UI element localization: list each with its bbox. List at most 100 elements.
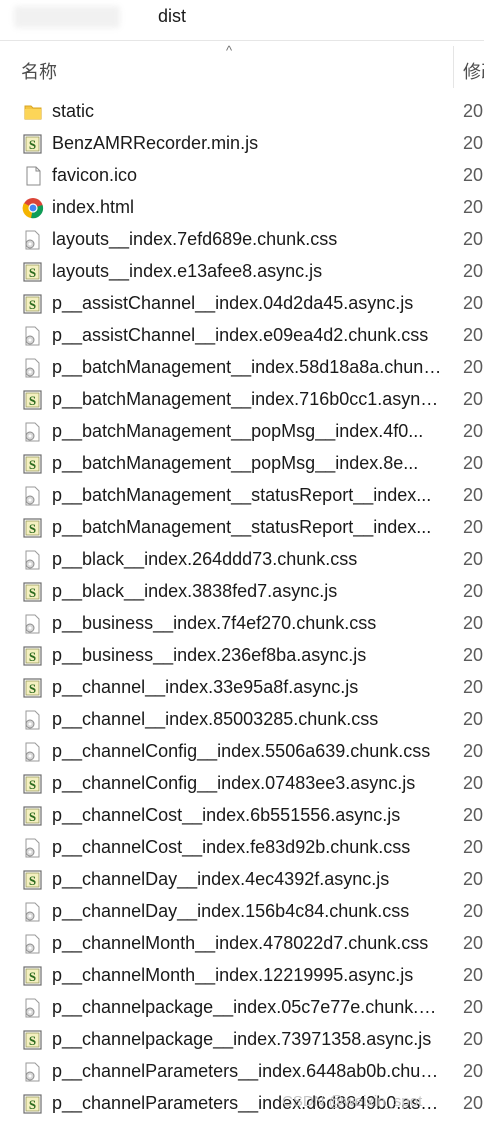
- file-row[interactable]: Sp__channelMonth__index.12219995.async.j…: [0, 960, 484, 992]
- file-name: p__channelpackage__index.05c7e77e.chunk.…: [52, 997, 442, 1017]
- file-name: p__channelDay__index.156b4c84.chunk.css: [52, 901, 410, 921]
- file-row[interactable]: Sp__channelConfig__index.07483ee3.async.…: [0, 768, 484, 800]
- file-row[interactable]: Sp__batchManagement__index.716b0cc1.asyn…: [0, 384, 484, 416]
- file-row[interactable]: p__channelpackage__index.05c7e77e.chunk.…: [0, 992, 484, 1024]
- file-date-modified: 20: [463, 741, 484, 761]
- file-row[interactable]: Sp__assistChannel__index.04d2da45.async.…: [0, 288, 484, 320]
- file-name: p__channelParameters__index.d6d8849b0.as…: [52, 1093, 442, 1113]
- css-file-icon: [22, 485, 44, 507]
- title-bar: dist: [0, 0, 484, 41]
- file-name: p__channelpackage__index.73971358.async.…: [52, 1029, 432, 1049]
- file-name: p__batchManagement__statusReport__index.…: [52, 485, 432, 505]
- file-row[interactable]: p__channelDay__index.156b4c84.chunk.css 2…: [0, 896, 484, 928]
- file-row[interactable]: layouts__index.7efd689e.chunk.css 20: [0, 224, 484, 256]
- file-name: p__batchManagement__statusReport__index.…: [52, 517, 432, 537]
- folder-icon: [22, 101, 44, 123]
- file-date-modified: 20: [463, 965, 484, 985]
- file-date-modified: 20: [463, 517, 484, 537]
- file-row[interactable]: static 20: [0, 96, 484, 128]
- file-date-modified: 20: [463, 901, 484, 921]
- js-file-icon: S: [22, 869, 44, 891]
- file-row[interactable]: Sp__channelpackage__index.73971358.async…: [0, 1024, 484, 1056]
- file-row[interactable]: Sp__channelParameters__index.d6d8849b0.a…: [0, 1088, 484, 1116]
- file-date-modified: 20: [463, 581, 484, 601]
- file-name: p__business__index.236ef8ba.async.js: [52, 645, 367, 665]
- file-row[interactable]: p__channelCost__index.fe83d92b.chunk.css…: [0, 832, 484, 864]
- file-row[interactable]: Sp__batchManagement__statusReport__index…: [0, 512, 484, 544]
- js-file-icon: S: [22, 1093, 44, 1115]
- file-date-modified: 20: [463, 677, 484, 697]
- file-date-modified: 20: [463, 165, 484, 185]
- file-row[interactable]: Sp__business__index.236ef8ba.async.js 20: [0, 640, 484, 672]
- file-date-modified: 20: [463, 197, 484, 217]
- file-date-modified: 20: [463, 229, 484, 249]
- file-name: p__channelCost__index.fe83d92b.chunk.css: [52, 837, 411, 857]
- file-name: p__channel__index.33e95a8f.async.js: [52, 677, 359, 697]
- file-row[interactable]: p__channelParameters__index.6448ab0b.chu…: [0, 1056, 484, 1088]
- file-date-modified: 20: [463, 261, 484, 281]
- file-date-modified: 20: [463, 709, 484, 729]
- column-divider[interactable]: [453, 46, 454, 88]
- file-list: static 20 S BenzAMRRecorder.min.js 20 favicon…: [0, 96, 484, 1116]
- file-date-modified: 20: [463, 1061, 484, 1081]
- css-file-icon: [22, 837, 44, 859]
- css-file-icon: [22, 997, 44, 1019]
- file-date-modified: 20: [463, 293, 484, 313]
- file-name: p__channelMonth__index.478022d7.chunk.cs…: [52, 933, 429, 953]
- file-row[interactable]: p__channel__index.85003285.chunk.css 20: [0, 704, 484, 736]
- file-row[interactable]: Sp__channel__index.33e95a8f.async.js 20: [0, 672, 484, 704]
- column-header-date-modified[interactable]: 修改: [463, 58, 484, 84]
- file-row[interactable]: Sp__channelCost__index.6b551556.async.js…: [0, 800, 484, 832]
- file-date-modified: 20: [463, 773, 484, 793]
- css-file-icon: [22, 901, 44, 923]
- file-row[interactable]: p__batchManagement__statusReport__index.…: [0, 480, 484, 512]
- css-file-icon: [22, 357, 44, 379]
- file-row[interactable]: p__batchManagement__popMsg__index.4f0...…: [0, 416, 484, 448]
- file-date-modified: 20: [463, 613, 484, 633]
- file-name: p__assistChannel__index.e09ea4d2.chunk.c…: [52, 325, 429, 345]
- file-row[interactable]: p__assistChannel__index.e09ea4d2.chunk.c…: [0, 320, 484, 352]
- svg-text:S: S: [29, 649, 36, 664]
- file-row[interactable]: S BenzAMRRecorder.min.js 20: [0, 128, 484, 160]
- file-date-modified: 20: [463, 869, 484, 889]
- file-name: p__assistChannel__index.04d2da45.async.j…: [52, 293, 414, 313]
- file-name: p__channelMonth__index.12219995.async.js: [52, 965, 414, 985]
- blank-file-icon: [22, 165, 44, 187]
- file-date-modified: 20: [463, 933, 484, 953]
- file-name: layouts__index.7efd689e.chunk.css: [52, 229, 338, 249]
- file-date-modified: 20: [463, 997, 484, 1017]
- svg-text:S: S: [29, 137, 36, 152]
- svg-text:S: S: [29, 969, 36, 984]
- file-row[interactable]: p__black__index.264ddd73.chunk.css 20: [0, 544, 484, 576]
- file-row[interactable]: Slayouts__index.e13afee8.async.js 20: [0, 256, 484, 288]
- blurred-path: [14, 6, 120, 28]
- file-row[interactable]: p__business__index.7f4ef270.chunk.css 20: [0, 608, 484, 640]
- file-name: BenzAMRRecorder.min.js: [52, 133, 259, 153]
- css-file-icon: [22, 613, 44, 635]
- svg-text:S: S: [29, 777, 36, 792]
- file-date-modified: 20: [463, 133, 484, 153]
- file-name: p__batchManagement__index.58d18a8a.chunk…: [52, 357, 442, 377]
- svg-text:S: S: [29, 521, 36, 536]
- file-row[interactable]: favicon.ico 20: [0, 160, 484, 192]
- file-row[interactable]: Sp__channelDay__index.4ec4392f.async.js 2…: [0, 864, 484, 896]
- sort-ascending-icon: ^: [226, 43, 233, 58]
- file-date-modified: 20: [463, 101, 484, 121]
- file-row[interactable]: Sp__black__index.3838fed7.async.js 20: [0, 576, 484, 608]
- js-file-icon: S: [22, 965, 44, 987]
- file-date-modified: 20: [463, 805, 484, 825]
- file-row[interactable]: p__channelMonth__index.478022d7.chunk.cs…: [0, 928, 484, 960]
- file-row[interactable]: p__channelConfig__index.5506a639.chunk.c…: [0, 736, 484, 768]
- css-file-icon: [22, 933, 44, 955]
- file-name: layouts__index.e13afee8.async.js: [52, 261, 323, 281]
- file-date-modified: 20: [463, 837, 484, 857]
- js-file-icon: S: [22, 261, 44, 283]
- column-header-name[interactable]: 名称: [21, 58, 57, 84]
- svg-text:S: S: [29, 809, 36, 824]
- file-date-modified: 20: [463, 645, 484, 665]
- file-row[interactable]: index.html 20: [0, 192, 484, 224]
- css-file-icon: [22, 229, 44, 251]
- file-row[interactable]: p__batchManagement__index.58d18a8a.chunk…: [0, 352, 484, 384]
- file-name: p__batchManagement__popMsg__index.4f0...: [52, 421, 424, 441]
- file-row[interactable]: Sp__batchManagement__popMsg__index.8e...…: [0, 448, 484, 480]
